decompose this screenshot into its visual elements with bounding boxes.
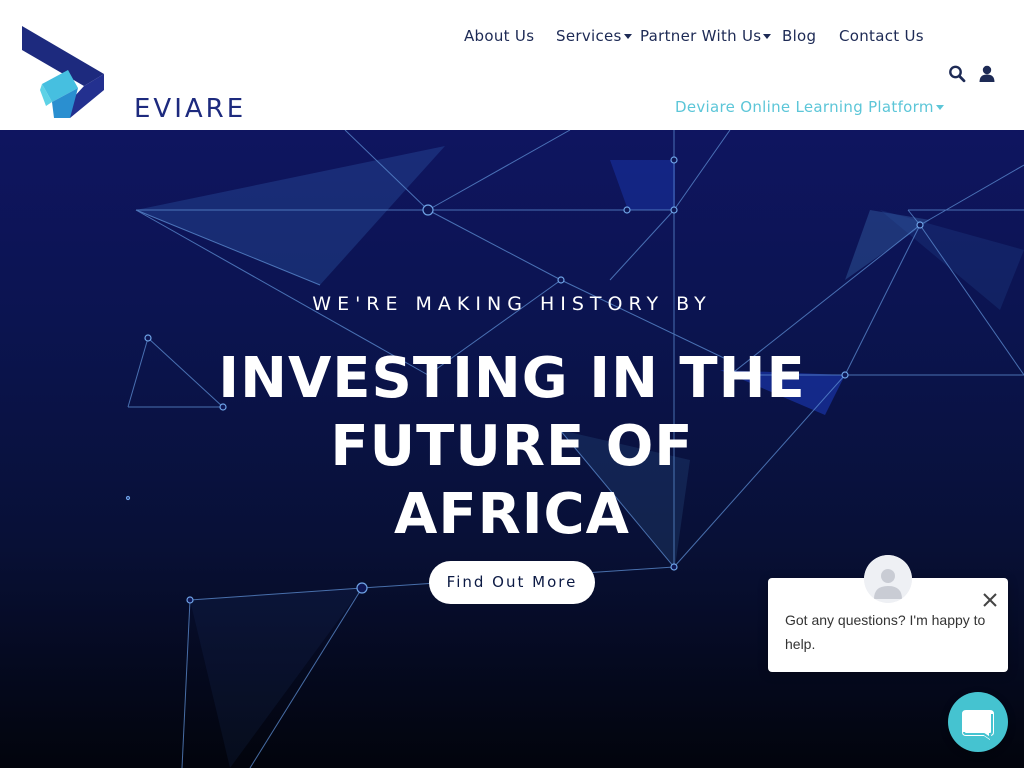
chat-message-text: Got any questions? I'm happy to help.: [785, 612, 986, 652]
hero-title: INVESTING IN THE FUTURE OF AFRICA: [212, 345, 812, 549]
nav-item-about-us[interactable]: About Us: [464, 24, 534, 48]
caret-down-icon: [763, 34, 772, 39]
nav-item-learning-platform[interactable]: Deviare Online Learning Platform: [675, 95, 944, 119]
nav-item-label: About Us: [464, 27, 535, 45]
site-header: EVIARE About Us Services Partner With Us…: [0, 0, 1024, 130]
caret-down-icon: [623, 34, 632, 39]
hero-title-line: FUTURE OF: [330, 414, 694, 479]
chat-icon: [962, 710, 994, 740]
close-icon[interactable]: [982, 592, 998, 608]
user-avatar-icon: [864, 555, 912, 603]
primary-nav: About Us Services Partner With Us Blog C…: [0, 24, 1024, 48]
nav-item-contact-us[interactable]: Contact Us: [839, 24, 924, 48]
hero-section: WE'RE MAKING HISTORY BY INVESTING IN THE…: [0, 130, 1024, 768]
nav-item-services[interactable]: Services: [556, 24, 632, 48]
chat-launcher-button[interactable]: [948, 692, 1008, 752]
hero-title-line: INVESTING IN THE: [218, 346, 806, 411]
nav-item-partner-with-us[interactable]: Partner With Us: [640, 24, 772, 48]
user-icon[interactable]: [978, 64, 996, 84]
caret-down-icon: [935, 105, 944, 110]
hero-title-line: AFRICA: [394, 482, 630, 547]
find-out-more-button[interactable]: Find Out More: [429, 561, 595, 604]
nav-item-label: Partner With Us: [640, 27, 762, 45]
chat-agent-avatar: [864, 555, 912, 603]
nav-item-label: Services: [556, 27, 622, 45]
search-icon[interactable]: [948, 64, 966, 84]
nav-item-blog[interactable]: Blog: [782, 24, 816, 48]
hero-eyebrow: WE'RE MAKING HISTORY BY: [312, 293, 712, 315]
nav-item-label: Contact Us: [839, 27, 924, 45]
nav-item-label: Deviare Online Learning Platform: [675, 98, 934, 116]
page-root: EVIARE About Us Services Partner With Us…: [0, 0, 1024, 768]
nav-item-label: Blog: [782, 27, 817, 45]
logo-wordmark: EVIARE: [134, 94, 247, 124]
